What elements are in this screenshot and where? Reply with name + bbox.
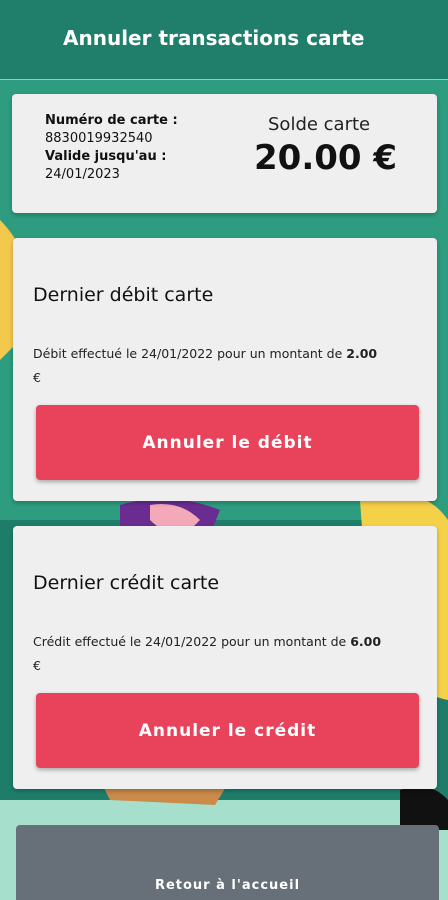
last-credit-title: Dernier crédit carte xyxy=(33,572,220,594)
debit-desc-text: Débit effectué le 24/01/2022 pour un mon… xyxy=(33,346,347,361)
debit-amount: 2.00 xyxy=(346,346,378,361)
balance-label: Solde carte xyxy=(268,114,371,135)
valid-until-label: Valide jusqu'au : xyxy=(45,149,167,164)
last-debit-card: Dernier débit carte Débit effectué le 24… xyxy=(13,238,437,501)
back-home-button[interactable]: Retour à l'accueil xyxy=(16,825,439,900)
page-title: Annuler transactions carte xyxy=(63,26,365,50)
card-number-value: 8830019932540 xyxy=(45,131,153,146)
credit-desc-text: Crédit effectué le 24/01/2022 pour un mo… xyxy=(33,634,351,649)
card-info-panel: Numéro de carte : 8830019932540 Valide j… xyxy=(12,94,437,213)
card-number-label: Numéro de carte : xyxy=(45,113,178,128)
credit-currency: € xyxy=(33,658,41,673)
cancel-debit-button[interactable]: Annuler le débit xyxy=(36,405,419,480)
balance-value: 20.00 € xyxy=(254,138,398,178)
valid-until-value: 24/01/2023 xyxy=(45,167,120,182)
debit-currency: € xyxy=(33,370,41,385)
app-bar: Annuler transactions carte xyxy=(0,0,448,80)
cancel-credit-button[interactable]: Annuler le crédit xyxy=(36,693,419,768)
last-credit-card: Dernier crédit carte Crédit effectué le … xyxy=(13,526,437,789)
last-credit-description: Crédit effectué le 24/01/2022 pour un mo… xyxy=(33,630,423,678)
last-debit-description: Débit effectué le 24/01/2022 pour un mon… xyxy=(33,342,423,390)
credit-amount: 6.00 xyxy=(350,634,382,649)
last-debit-title: Dernier débit carte xyxy=(33,284,214,306)
